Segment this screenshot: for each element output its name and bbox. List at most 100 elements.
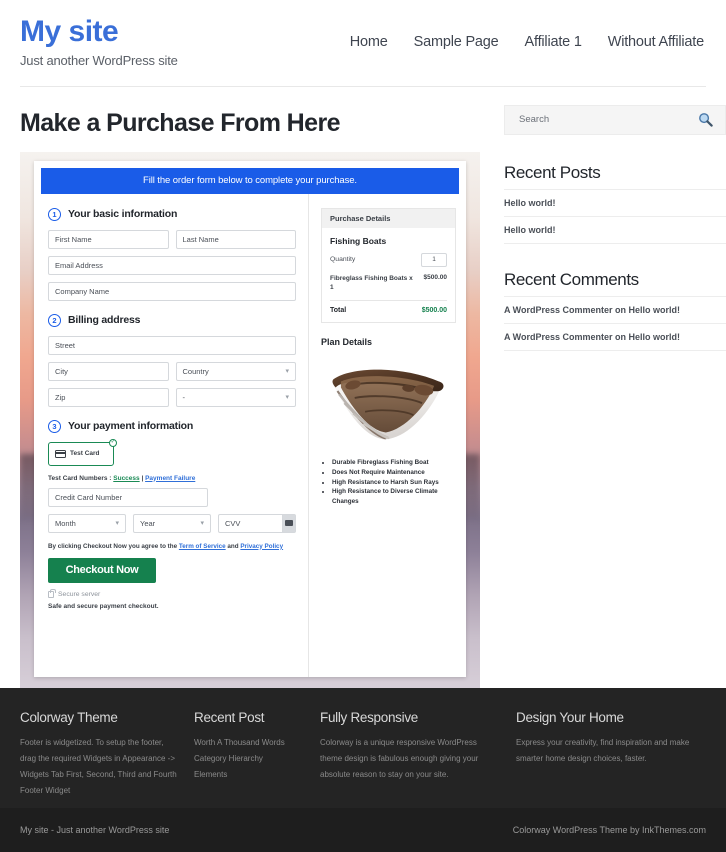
purchase-item-name: Fishing Boats: [330, 235, 387, 246]
country-select[interactable]: Country ▾: [175, 361, 296, 381]
checkout-form-column: 1 Your basic information First Name Last…: [34, 194, 308, 677]
plan-details-title: Plan Details: [321, 337, 373, 347]
expiry-cvv-row: Month ▾ Year ▾ CVV: [48, 513, 296, 533]
zip-input[interactable]: Zip: [48, 387, 169, 407]
plan-feature-list: Durable Fibreglass Fishing Boat Does Not…: [321, 458, 456, 507]
test-card-numbers: Test Card Numbers : Success | Payment Fa…: [48, 475, 296, 482]
chevron-down-icon: ▾: [200, 520, 204, 527]
terms-of-service-link[interactable]: Term of Service: [179, 543, 226, 550]
site-title[interactable]: My site: [20, 16, 178, 48]
state-select[interactable]: - ▾: [175, 387, 296, 407]
street-input[interactable]: Street: [48, 335, 296, 355]
zip-state-row: Zip - ▾: [48, 387, 296, 407]
sidebar: Recent Posts Hello world! Hello world! R…: [504, 87, 726, 692]
company-input[interactable]: Company Name: [48, 281, 296, 301]
plan-feature: High Resistance to Diverse Climate Chang…: [332, 487, 456, 507]
plan-feature: High Resistance to Harsh Sun Rays: [332, 478, 456, 488]
test-card-failure-link[interactable]: Payment Failure: [145, 475, 195, 482]
expiry-year-select[interactable]: Year ▾: [133, 513, 211, 533]
line-item-price: $500.00: [423, 273, 448, 281]
main-content-column: Make a Purchase From Here Fill the order…: [20, 87, 480, 692]
checkout-now-button[interactable]: Checkout Now: [48, 557, 156, 583]
last-name-input[interactable]: Last Name: [175, 229, 296, 249]
check-circle-icon: ✓: [109, 438, 117, 447]
city-input[interactable]: City: [48, 361, 169, 381]
credit-card-icon: [55, 449, 66, 458]
line-item-row: Fibreglass Fishing Boats x 1 $500.00: [330, 274, 447, 294]
chevron-down-icon: ▾: [285, 394, 289, 401]
step-2-number: 2: [48, 313, 61, 327]
checkout-screenshot: Fill the order form below to complete yo…: [20, 151, 480, 692]
total-row: Total $500.00: [330, 307, 447, 314]
footer-bottom-bar: My site - Just another WordPress site Co…: [0, 808, 726, 852]
list-item[interactable]: A WordPress Commenter on Hello world!: [504, 295, 726, 323]
nav-item-home[interactable]: Home: [350, 34, 388, 50]
list-item[interactable]: Elements: [194, 767, 304, 783]
safe-checkout-note: Safe and secure payment checkout.: [48, 602, 159, 610]
payment-method-label: Test Card: [70, 450, 100, 457]
privacy-policy-link[interactable]: Privacy Policy: [240, 543, 283, 550]
cvv-input[interactable]: CVV: [218, 513, 296, 533]
footer-column-title: Fully Responsive: [320, 710, 418, 725]
step-2-title: Billing address: [68, 314, 141, 326]
search-input[interactable]: [517, 113, 657, 126]
payment-method-test-card[interactable]: Test Card ✓: [48, 438, 117, 466]
card-number-row: Credit Card Number: [48, 487, 208, 507]
checkout-banner: Fill the order form below to complete yo…: [41, 167, 459, 194]
list-item[interactable]: A WordPress Commenter on Hello world!: [504, 322, 726, 351]
footer-column-recent-post: Recent Post Worth A Thousand Words Categ…: [194, 710, 304, 799]
expiry-month-select[interactable]: Month ▾: [48, 513, 126, 533]
checkout-card: Fill the order form below to complete yo…: [34, 160, 466, 677]
country-select-value: Country: [182, 366, 209, 376]
terms-prefix: By clicking Checkout Now you agree to th…: [48, 542, 179, 550]
terms-and: and: [225, 542, 241, 550]
step-3-number: 3: [48, 419, 61, 433]
quantity-row: Quantity 1: [330, 252, 447, 267]
site-footer: Colorway Theme Footer is widgetized. To …: [0, 688, 726, 817]
footer-column-colorway-theme: Colorway Theme Footer is widgetized. To …: [20, 710, 178, 799]
summary-divider: [330, 300, 447, 301]
total-value: $500.00: [421, 307, 447, 314]
cvv-placeholder: CVV: [225, 518, 241, 528]
primary-navigation: Home Sample Page Affiliate 1 Without Aff…: [350, 16, 706, 50]
list-item[interactable]: Hello world!: [504, 215, 726, 244]
search-icon[interactable]: [698, 112, 713, 127]
nav-item-affiliate-1[interactable]: Affiliate 1: [525, 34, 582, 50]
site-branding: My site Just another WordPress site: [20, 16, 178, 68]
search-widget: [504, 104, 726, 135]
purchase-details-panel: Purchase Details Fishing Boats Quantity …: [321, 207, 456, 323]
step-3-title: Your payment information: [68, 420, 194, 432]
first-name-input[interactable]: First Name: [48, 229, 169, 249]
step-3-heading: 3 Your payment information: [48, 419, 296, 433]
list-item[interactable]: Hello world!: [504, 188, 726, 216]
list-item[interactable]: Worth A Thousand Words: [194, 735, 304, 751]
card-number-input[interactable]: Credit Card Number: [48, 487, 208, 507]
secure-server-label: Secure server: [58, 590, 101, 598]
expiry-month-value: Month: [55, 518, 76, 528]
city-country-row: City Country ▾: [48, 361, 296, 381]
recent-comments-title: Recent Comments: [504, 269, 639, 289]
nav-item-sample-page[interactable]: Sample Page: [414, 34, 499, 50]
nav-item-without-affiliate[interactable]: Without Affiliate: [608, 34, 704, 50]
footer-column-text: Footer is widgetized. To setup the foote…: [20, 738, 177, 795]
cvv-card-icon: [282, 514, 295, 532]
lock-icon: [48, 588, 56, 598]
total-label: Total: [330, 307, 347, 314]
company-row: Company Name: [48, 281, 296, 301]
fishing-boat-illustration: [332, 369, 444, 440]
purchase-details-title: Purchase Details: [322, 208, 455, 228]
quantity-label: Quantity: [330, 256, 356, 263]
recent-posts-list: Hello world! Hello world!: [504, 188, 726, 244]
quantity-input[interactable]: 1: [421, 252, 447, 267]
expiry-year-value: Year: [140, 518, 156, 528]
footer-column-text: Colorway is a unique responsive WordPres…: [320, 738, 479, 779]
list-item[interactable]: Category Hierarchy: [194, 751, 304, 767]
secure-server-row: Secure server: [48, 588, 296, 598]
footer-theme-credit[interactable]: Colorway WordPress Theme by InkThemes.co…: [513, 825, 706, 835]
footer-column-text: Express your creativity, find inspiratio…: [516, 738, 690, 763]
checkout-card-body: 1 Your basic information First Name Last…: [34, 193, 466, 677]
test-card-success-link[interactable]: Success: [113, 475, 139, 482]
street-row: Street: [48, 335, 296, 355]
footer-column-design-your-home: Design Your Home Express your creativity…: [516, 710, 706, 799]
email-input[interactable]: Email Address: [48, 255, 296, 275]
